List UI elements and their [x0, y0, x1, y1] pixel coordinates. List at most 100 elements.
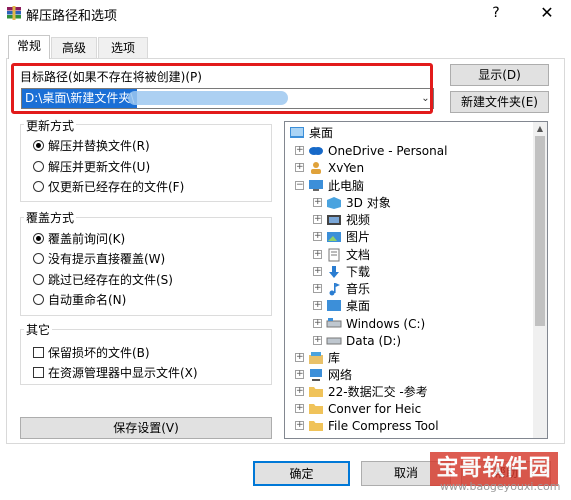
expand-plus-icon[interactable]: + [313, 267, 322, 276]
tree-node-pictures[interactable]: + 图片 [313, 228, 370, 245]
tree-node-label: Conver for Heic [328, 401, 422, 416]
tree-node-folder-compress[interactable]: + File Compress Tool [295, 417, 439, 434]
new-folder-button[interactable]: 新建文件夹(E) [450, 91, 549, 113]
expand-plus-icon[interactable]: + [295, 370, 304, 379]
folder-tree[interactable]: ▲ 桌面 + OneDrive - Personal + XvYen − 此电脑… [284, 121, 548, 439]
expand-plus-icon[interactable]: + [295, 146, 304, 155]
expand-plus-icon[interactable]: + [313, 215, 322, 224]
checkbox-label: 在资源管理器中显示文件(X) [48, 365, 198, 380]
collapse-minus-icon[interactable]: − [295, 181, 304, 190]
tab-advanced[interactable]: 高级 [51, 37, 97, 59]
tree-node-desktop-root[interactable]: 桌面 [289, 124, 333, 141]
expand-plus-icon[interactable]: + [295, 387, 304, 396]
expand-plus-icon[interactable]: + [295, 421, 304, 430]
tree-node-folder-data[interactable]: + 22-数据汇交 -参考 [295, 383, 428, 400]
tree-node-desktop[interactable]: + 桌面 [313, 297, 370, 314]
watermark-url: www.baogeyouxi.com [440, 480, 561, 493]
save-settings-button[interactable]: 保存设置(V) [20, 417, 272, 439]
radio-extract-update[interactable]: 解压并更新文件(U) [33, 157, 150, 175]
tree-node-downloads[interactable]: + 下载 [313, 263, 370, 280]
video-icon [326, 213, 342, 227]
scroll-up-arrow-icon[interactable]: ▲ [533, 122, 547, 136]
close-icon[interactable]: ✕ [537, 3, 557, 23]
drive-icon [326, 334, 342, 348]
tree-node-videos[interactable]: + 视频 [313, 211, 370, 228]
pictures-icon [326, 230, 342, 244]
tree-node-label: 网络 [328, 368, 353, 382]
show-button[interactable]: 显示(D) [450, 64, 549, 86]
tree-node-folder-heic[interactable]: + Conver for Heic [295, 400, 421, 417]
radio-indicator[interactable] [33, 252, 44, 264]
tree-node-label: 下载 [346, 265, 371, 279]
expand-plus-icon[interactable]: + [313, 336, 322, 345]
desktop-folder-icon [289, 126, 305, 140]
tree-scrollbar[interactable]: ▲ [533, 122, 547, 438]
network-icon [308, 368, 324, 382]
annotation-highlight-box [11, 63, 433, 114]
ok-button[interactable]: 确定 [253, 461, 350, 486]
expand-plus-icon[interactable]: + [313, 284, 322, 293]
radio-overwrite-without-prompt[interactable]: 没有提示直接覆盖(W) [33, 249, 165, 267]
checkbox-keep-broken[interactable]: 保留损坏的文件(B) [33, 343, 150, 361]
tree-node-network[interactable]: + 网络 [295, 366, 352, 383]
tree-node-label: 桌面 [309, 126, 334, 140]
tree-node-label: 视频 [346, 213, 371, 227]
radio-label: 解压并更新文件(U) [48, 159, 151, 174]
radio-indicator[interactable] [33, 139, 44, 151]
tree-node-onedrive[interactable]: + OneDrive - Personal [295, 142, 447, 159]
checkbox-indicator[interactable] [33, 366, 44, 378]
tree-node-libraries[interactable]: + 库 [295, 349, 340, 366]
radio-indicator[interactable] [33, 160, 44, 172]
expand-plus-icon[interactable]: + [313, 198, 322, 207]
tab-options[interactable]: 选项 [98, 37, 148, 59]
onedrive-cloud-icon [308, 144, 324, 158]
misc-title: 其它 [24, 321, 53, 338]
radio-label: 没有提示直接覆盖(W) [48, 251, 166, 266]
tree-node-this-pc[interactable]: − 此电脑 [295, 177, 364, 194]
tree-node-drive-c[interactable]: + Windows (C:) [313, 315, 425, 332]
radio-auto-rename[interactable]: 自动重命名(N) [33, 290, 126, 308]
expand-plus-icon[interactable]: + [295, 163, 304, 172]
expand-plus-icon[interactable]: + [295, 404, 304, 413]
radio-indicator[interactable] [33, 232, 44, 244]
radio-indicator[interactable] [33, 273, 44, 285]
folder-icon [308, 419, 324, 433]
radio-skip-existing[interactable]: 跳过已经存在的文件(S) [33, 270, 173, 288]
tree-node-label: 此电脑 [328, 179, 365, 193]
tree-node-music[interactable]: + 音乐 [313, 280, 370, 297]
radio-label: 解压并替换文件(R) [48, 138, 150, 153]
tab-general[interactable]: 常规 [8, 35, 50, 59]
tree-node-documents[interactable]: + 文档 [313, 246, 370, 263]
checkbox-show-in-explorer[interactable]: 在资源管理器中显示文件(X) [33, 363, 198, 381]
help-icon[interactable]: ? [486, 3, 506, 23]
tree-node-label: 文档 [346, 248, 371, 262]
tree-node-label: 桌面 [346, 299, 371, 313]
checkbox-indicator[interactable] [33, 346, 44, 358]
tree-node-label: XvYen [328, 160, 365, 175]
radio-label: 覆盖前询问(K) [48, 231, 126, 246]
tree-node-label: 图片 [346, 230, 371, 244]
tree-node-label: Windows (C:) [346, 316, 426, 331]
tree-node-label: Data (D:) [346, 333, 402, 348]
expand-plus-icon[interactable]: + [313, 319, 322, 328]
expand-plus-icon[interactable]: + [313, 301, 322, 310]
computer-icon [308, 179, 324, 193]
radio-indicator[interactable] [33, 180, 44, 192]
tree-node-drive-d[interactable]: + Data (D:) [313, 332, 401, 349]
expand-plus-icon[interactable]: + [313, 250, 322, 259]
3d-objects-icon [326, 196, 342, 210]
expand-plus-icon[interactable]: + [295, 353, 304, 362]
tree-node-3d-objects[interactable]: + 3D 对象 [313, 194, 391, 211]
radio-label: 跳过已经存在的文件(S) [48, 272, 173, 287]
radio-extract-replace[interactable]: 解压并替换文件(R) [33, 136, 150, 154]
radio-ask-before-overwrite[interactable]: 覆盖前询问(K) [33, 229, 125, 247]
tree-node-user[interactable]: + XvYen [295, 159, 364, 176]
radio-indicator[interactable] [33, 293, 44, 305]
radio-update-existing[interactable]: 仅更新已经存在的文件(F) [33, 177, 184, 195]
expand-plus-icon[interactable]: + [313, 232, 322, 241]
overwrite-mode-title: 覆盖方式 [24, 209, 77, 226]
tree-node-label: 22-数据汇交 -参考 [328, 385, 428, 399]
scroll-thumb[interactable] [535, 136, 545, 326]
checkbox-label: 保留损坏的文件(B) [48, 345, 150, 360]
radio-label: 仅更新已经存在的文件(F) [48, 179, 185, 194]
